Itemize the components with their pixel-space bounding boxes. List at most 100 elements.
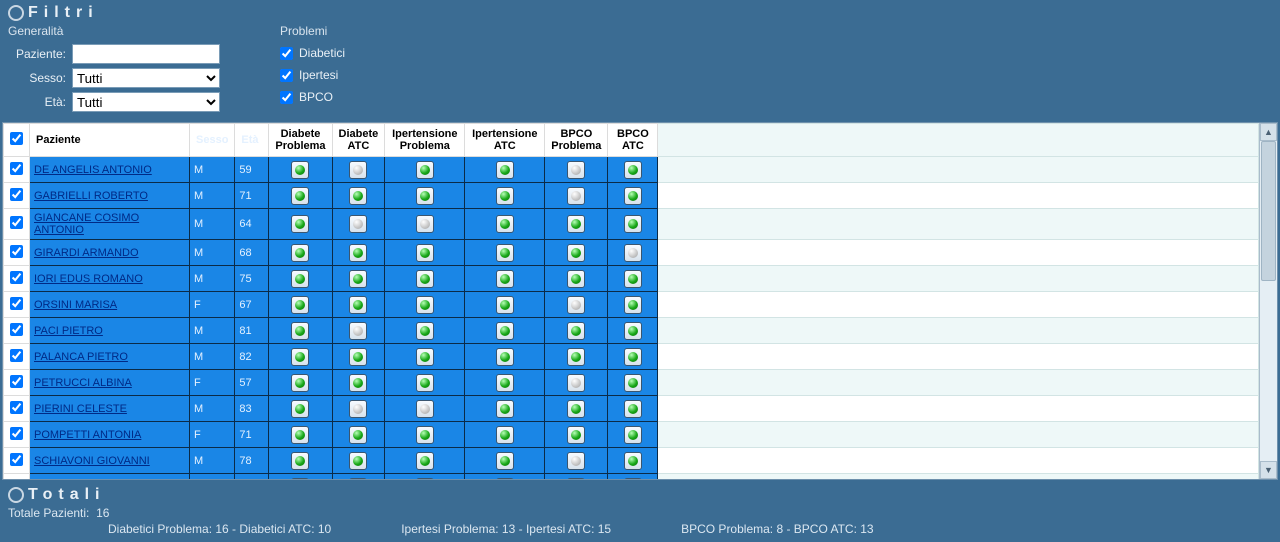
diab-atc-cell	[332, 240, 385, 266]
diabetici-check[interactable]: Diabetici	[280, 46, 345, 60]
paziente-cell: PIERINI CELESTE	[30, 396, 190, 422]
paziente-link[interactable]: PETRUCCI ALBINA	[34, 377, 132, 389]
header-bpco-atc[interactable]: BPCO ATC	[608, 124, 658, 157]
bpco-atc-cell	[608, 240, 658, 266]
header-iper-atc[interactable]: Ipertensione ATC	[465, 124, 545, 157]
paziente-link[interactable]: PIERINI CELESTE	[34, 403, 127, 415]
checkall-checkbox[interactable]	[10, 132, 23, 145]
bpco-atc-cell	[608, 396, 658, 422]
scroll-down-button[interactable]: ▼	[1260, 461, 1277, 479]
row-check-cell[interactable]	[4, 183, 30, 209]
status-led-icon	[567, 187, 585, 205]
iper-prob-cell	[385, 396, 465, 422]
row-checkbox[interactable]	[10, 216, 23, 229]
row-check-cell[interactable]	[4, 474, 30, 480]
row-checkbox[interactable]	[10, 297, 23, 310]
row-checkbox[interactable]	[10, 375, 23, 388]
eta-cell: 67	[235, 292, 269, 318]
row-checkbox[interactable]	[10, 453, 23, 466]
iper-prob-cell	[385, 448, 465, 474]
paziente-input[interactable]	[72, 44, 220, 64]
paziente-link[interactable]: IORI EDUS ROMANO	[34, 273, 143, 285]
status-led-icon	[416, 322, 434, 340]
paziente-link[interactable]: DE ANGELIS ANTONIO	[34, 164, 152, 176]
status-led-icon	[349, 374, 367, 392]
sesso-cell: M	[190, 209, 235, 240]
paziente-link[interactable]: GIRARDI ARMANDO	[34, 247, 139, 259]
status-led-icon	[567, 452, 585, 470]
header-sesso[interactable]: Sesso	[190, 124, 235, 157]
row-checkbox[interactable]	[10, 245, 23, 258]
diab-prob-cell	[269, 183, 332, 209]
scroll-thumb[interactable]	[1261, 141, 1276, 281]
eta-cell: 68	[235, 240, 269, 266]
header-iper-prob[interactable]: Ipertensione Problema	[385, 124, 465, 157]
row-check-cell[interactable]	[4, 292, 30, 318]
scroll-track[interactable]	[1260, 141, 1277, 461]
patients-table-wrap: Paziente Sesso Età Diabete Problema Diab…	[2, 122, 1278, 480]
diabetici-checkbox[interactable]	[280, 47, 293, 60]
row-checkbox[interactable]	[10, 479, 23, 480]
bpco-prob-cell	[545, 370, 608, 396]
status-led-icon	[567, 270, 585, 288]
row-check-cell[interactable]	[4, 370, 30, 396]
row-checkbox[interactable]	[10, 349, 23, 362]
diab-prob-cell	[269, 292, 332, 318]
bpco-checkbox[interactable]	[280, 91, 293, 104]
status-led-icon	[624, 161, 642, 179]
row-check-cell[interactable]	[4, 318, 30, 344]
eta-select[interactable]: Tutti	[72, 92, 220, 112]
status-led-icon	[496, 426, 514, 444]
row-checkbox[interactable]	[10, 401, 23, 414]
sesso-cell: M	[190, 396, 235, 422]
row-check-cell[interactable]	[4, 157, 30, 183]
row-checkbox[interactable]	[10, 427, 23, 440]
row-check-cell[interactable]	[4, 266, 30, 292]
header-paziente[interactable]: Paziente	[30, 124, 190, 157]
sesso-select[interactable]: Tutti	[72, 68, 220, 88]
totals-iper: Ipertesi Problema: 13 - Ipertesi ATC: 15	[401, 522, 611, 536]
paziente-link[interactable]: GIANCANE COSIMO ANTONIO	[34, 212, 139, 236]
paziente-cell: GIRARDI ARMANDO	[30, 240, 190, 266]
row-check-cell[interactable]	[4, 344, 30, 370]
header-bpco-prob[interactable]: BPCO Problema	[545, 124, 608, 157]
bpco-prob-cell	[545, 240, 608, 266]
row-check-cell[interactable]	[4, 240, 30, 266]
row-check-cell[interactable]	[4, 209, 30, 240]
paziente-link[interactable]: PALANCA PIETRO	[34, 351, 128, 363]
bpco-check[interactable]: BPCO	[280, 90, 345, 104]
vertical-scrollbar[interactable]: ▲ ▼	[1259, 123, 1277, 479]
totals-bpco: BPCO Problema: 8 - BPCO ATC: 13	[681, 522, 874, 536]
row-checkbox[interactable]	[10, 162, 23, 175]
header-eta[interactable]: Età	[235, 124, 269, 157]
header-diab-prob[interactable]: Diabete Problema	[269, 124, 332, 157]
spacer-cell	[658, 240, 1259, 266]
row-checkbox[interactable]	[10, 323, 23, 336]
paziente-link[interactable]: GABRIELLI ROBERTO	[34, 190, 148, 202]
sesso-cell: F	[190, 474, 235, 480]
spacer-cell	[658, 292, 1259, 318]
spacer-cell	[658, 157, 1259, 183]
bpco-prob-cell	[545, 396, 608, 422]
row-check-cell[interactable]	[4, 396, 30, 422]
diab-prob-cell	[269, 448, 332, 474]
ipertesi-checkbox[interactable]	[280, 69, 293, 82]
row-checkbox[interactable]	[10, 271, 23, 284]
paziente-link[interactable]: ORSINI MARISA	[34, 299, 117, 311]
header-diab-atc[interactable]: Diabete ATC	[332, 124, 385, 157]
scroll-up-button[interactable]: ▲	[1260, 123, 1277, 141]
bpco-prob-cell	[545, 157, 608, 183]
paziente-link[interactable]: POMPETTI ANTONIA	[34, 429, 141, 441]
status-led-icon	[496, 478, 514, 480]
row-check-cell[interactable]	[4, 448, 30, 474]
iper-atc-cell	[465, 318, 545, 344]
diab-prob-cell	[269, 266, 332, 292]
row-checkbox[interactable]	[10, 188, 23, 201]
ipertesi-check[interactable]: Ipertesi	[280, 68, 345, 82]
status-led-icon	[624, 426, 642, 444]
row-check-cell[interactable]	[4, 422, 30, 448]
paziente-link[interactable]: PACI PIETRO	[34, 325, 103, 337]
paziente-link[interactable]: SCHIAVONI GIOVANNI	[34, 455, 150, 467]
iper-atc-cell	[465, 209, 545, 240]
header-checkall[interactable]	[4, 124, 30, 157]
